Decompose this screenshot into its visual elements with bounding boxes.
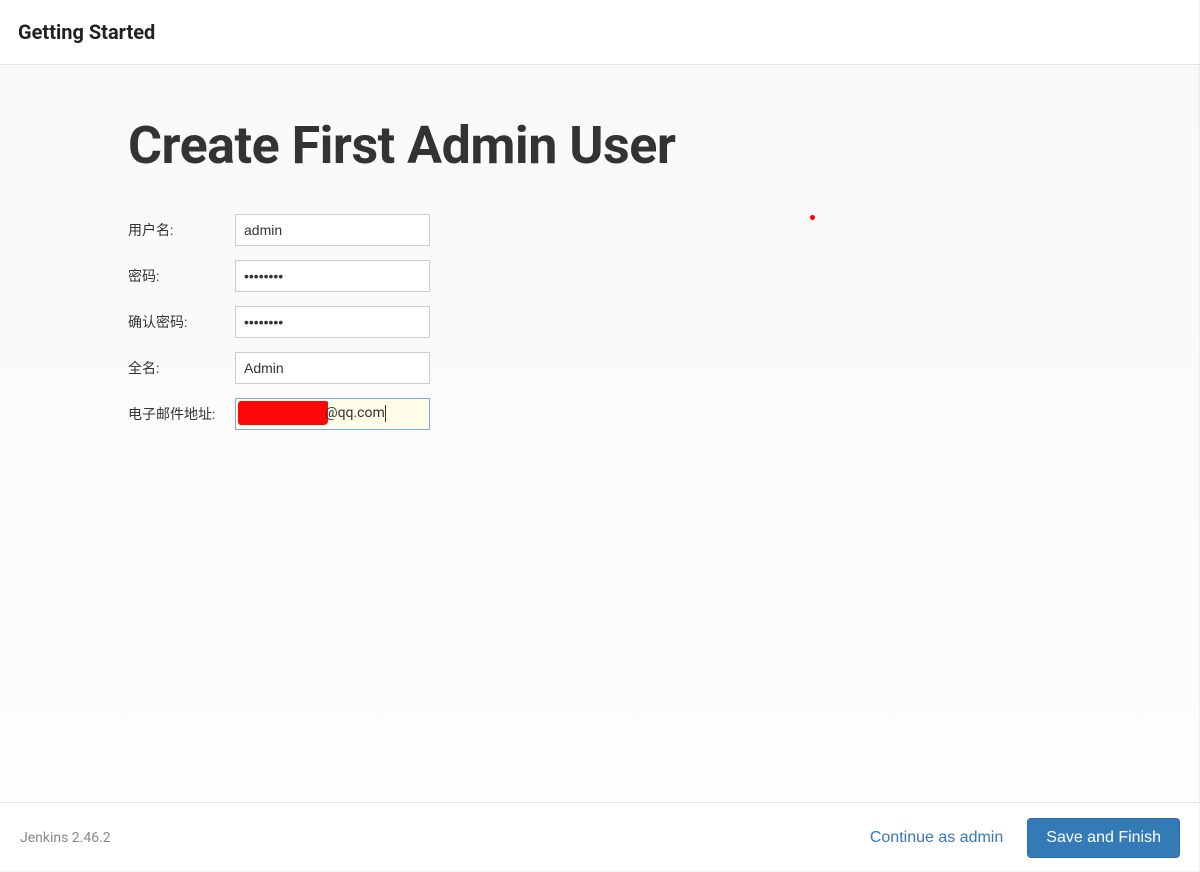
form-row-password: 密码: bbox=[128, 260, 1200, 292]
form-row-email: 电子邮件地址: @qq.com bbox=[128, 398, 1200, 430]
email-input-wrapper[interactable]: @qq.com bbox=[235, 398, 430, 430]
content-area: Create First Admin User 用户名: 密码: 确认密码: 全… bbox=[0, 65, 1200, 805]
form-row-username: 用户名: bbox=[128, 214, 1200, 246]
username-input[interactable] bbox=[235, 214, 430, 246]
form-row-fullname: 全名: bbox=[128, 352, 1200, 384]
header-title: Getting Started bbox=[18, 20, 1182, 44]
email-visible-suffix: @qq.com bbox=[325, 405, 386, 422]
footer-actions: Continue as admin Save and Finish bbox=[870, 818, 1180, 858]
text-cursor bbox=[385, 405, 386, 422]
save-and-finish-button[interactable]: Save and Finish bbox=[1027, 818, 1180, 858]
fullname-label: 全名: bbox=[128, 358, 235, 378]
admin-user-form: 用户名: 密码: 确认密码: 全名: 电子邮件地址: @qq.com bbox=[128, 214, 1200, 430]
confirm-password-label: 确认密码: bbox=[128, 312, 235, 332]
username-label: 用户名: bbox=[128, 220, 235, 240]
version-label: Jenkins 2.46.2 bbox=[20, 830, 111, 846]
continue-as-admin-button[interactable]: Continue as admin bbox=[870, 829, 1003, 847]
email-label: 电子邮件地址: bbox=[128, 404, 235, 424]
password-input[interactable] bbox=[235, 260, 430, 292]
password-label: 密码: bbox=[128, 266, 235, 286]
form-row-confirm-password: 确认密码: bbox=[128, 306, 1200, 338]
page-heading: Create First Admin User bbox=[128, 115, 1200, 176]
red-dot-mark bbox=[810, 215, 815, 220]
header: Getting Started bbox=[0, 0, 1200, 65]
fullname-input[interactable] bbox=[235, 352, 430, 384]
footer: Jenkins 2.46.2 Continue as admin Save an… bbox=[0, 802, 1200, 872]
confirm-password-input[interactable] bbox=[235, 306, 430, 338]
redacted-overlay bbox=[238, 401, 328, 425]
